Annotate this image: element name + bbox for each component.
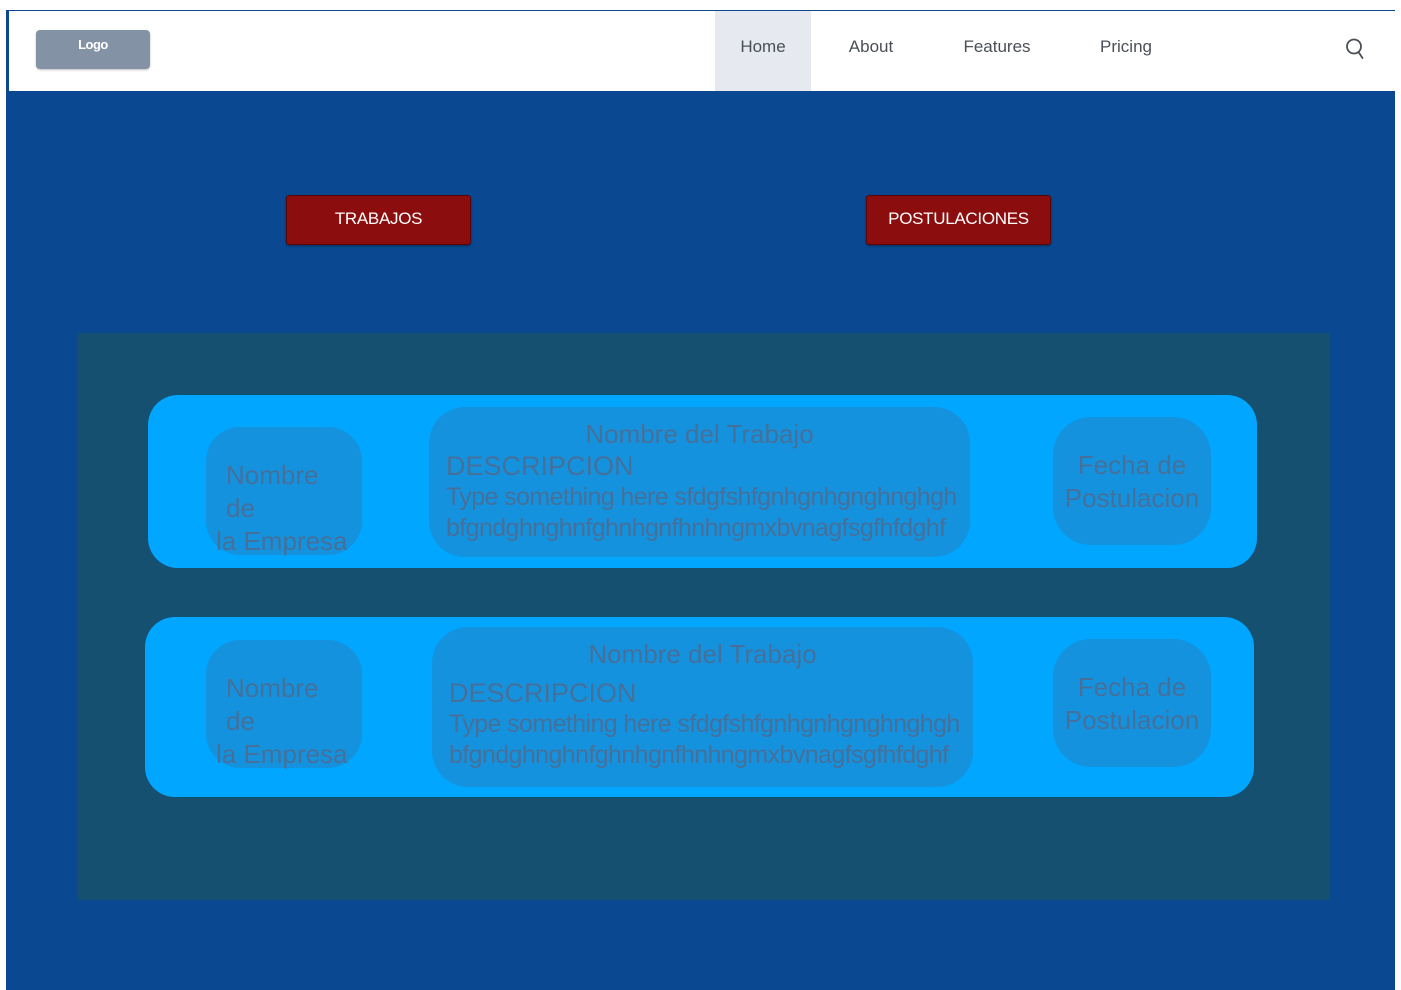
- description-line: Type something here sfdgfshfgnhgnhgnghng…: [449, 710, 960, 738]
- search-icon[interactable]: [1344, 36, 1366, 62]
- job-title: Nombre del Trabajo: [588, 639, 817, 669]
- company-name-line: la Empresa: [216, 526, 348, 556]
- job-description: Type something here sfdgfshfgnhgnhgnghng…: [446, 482, 970, 544]
- company-name-line: Nombre de: [226, 673, 319, 736]
- application-date: Fecha de Postulacion: [1053, 417, 1211, 545]
- job-details: Nombre del Trabajo DESCRIPCION Type some…: [429, 407, 970, 557]
- application-date-line: Postulacion: [1064, 705, 1200, 735]
- postulaciones-button[interactable]: POSTULACIONES: [866, 195, 1051, 245]
- application-date-line: Postulacion: [1064, 483, 1200, 513]
- job-card[interactable]: Nombre de la Empresa Nombre del Trabajo …: [145, 617, 1254, 797]
- company-name-line: la Empresa: [216, 739, 348, 769]
- application-date: Fecha de Postulacion: [1053, 639, 1211, 767]
- company-name: Nombre de la Empresa: [206, 427, 362, 556]
- job-title: Nombre del Trabajo: [585, 419, 814, 449]
- application-date-line: Fecha de: [1077, 672, 1187, 702]
- nav-item-about[interactable]: About: [831, 11, 911, 91]
- trabajos-button[interactable]: TRABAJOS: [286, 195, 471, 245]
- description-label: DESCRIPCION: [446, 451, 634, 481]
- description-label: DESCRIPCION: [449, 678, 637, 708]
- job-description: Type something here sfdgfshfgnhgnhgnghng…: [449, 709, 973, 771]
- nav-item-features[interactable]: Features: [947, 11, 1047, 91]
- job-details: Nombre del Trabajo DESCRIPCION Type some…: [432, 627, 973, 787]
- page-frame: Logo Home About Features Pricing TRABAJO…: [6, 10, 1395, 990]
- description-line: bfgndghnghnfghnhgnfhnhngmxbvnagfsgfhfdgh…: [449, 741, 949, 769]
- navbar: Logo Home About Features Pricing: [9, 11, 1395, 91]
- application-date-line: Fecha de: [1077, 450, 1187, 480]
- results-panel: Nombre de la Empresa Nombre del Trabajo …: [77, 333, 1330, 900]
- company-name: Nombre de la Empresa: [206, 640, 362, 769]
- nav-item-pricing[interactable]: Pricing: [1084, 11, 1168, 91]
- description-line: Type something here sfdgfshfgnhgnhgnghng…: [446, 483, 957, 511]
- job-card[interactable]: Nombre de la Empresa Nombre del Trabajo …: [148, 395, 1257, 568]
- company-name-line: Nombre de: [226, 460, 319, 523]
- nav-item-home[interactable]: Home: [715, 11, 811, 91]
- description-line: bfgndghnghnfghnhgnfhnhngmxbvnagfsgfhfdgh…: [446, 514, 946, 542]
- logo[interactable]: Logo: [36, 30, 150, 69]
